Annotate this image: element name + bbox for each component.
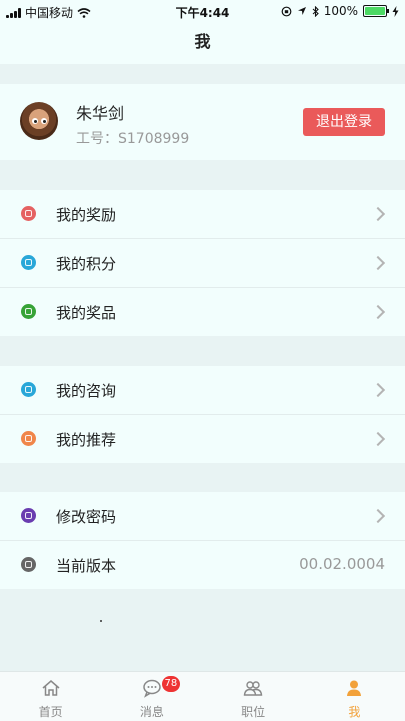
menu-group-rewards: 我的奖励 我的积分 我的奖品 [0,190,405,336]
chevron-right-icon [370,255,386,271]
menu-group-consult: 我的咨询 我的推荐 [0,366,405,463]
tab-messages[interactable]: 78 消息 [101,672,202,721]
points-icon [21,255,36,270]
charging-icon [392,5,399,17]
avatar [20,102,58,140]
chevron-right-icon [370,206,386,222]
menu-item-label: 我的积分 [56,255,117,273]
status-right: 100% [281,4,399,18]
menu-item-label: 当前版本 [56,557,117,575]
message-icon [143,679,161,698]
version-value: 00.02.0004 [299,555,385,573]
gift-icon [21,206,36,221]
avatar-eye [32,118,38,124]
tab-bar: 首页 78 消息 职位 我 [0,671,405,721]
menu-item-change-password[interactable]: 修改密码 [0,492,405,541]
menu-item-my-rewards[interactable]: 我的奖励 [0,190,405,239]
menu-item-label: 我的推荐 [56,431,117,449]
chat-icon [21,382,36,397]
employee-id: 工号：S1708999 [76,131,190,147]
user-name: 朱华剑 [76,104,125,123]
menu-item-label: 我的咨询 [56,382,117,400]
home-icon [42,680,60,696]
tab-home[interactable]: 首页 [0,672,101,721]
logout-button[interactable]: 退出登录 [303,108,385,136]
status-bar: 中国移动 下午4:44 100% [0,0,405,22]
tab-jobs[interactable]: 职位 [203,672,304,721]
menu-item-label: 修改密码 [56,508,117,526]
key-icon [21,508,36,523]
battery-icon [363,5,389,17]
menu-item-my-prizes[interactable]: 我的奖品 [0,288,405,336]
tab-label: 职位 [241,705,266,719]
unread-badge: 78 [161,676,180,692]
menu-item-current-version: 当前版本 00.02.0004 [0,541,405,589]
refresh-icon [21,557,36,572]
me-icon [347,680,362,696]
orientation-lock-icon [281,6,292,16]
location-icon [297,7,306,15]
menu-item-my-points[interactable]: 我的积分 [0,239,405,288]
menu-item-label: 我的奖励 [56,206,117,224]
tab-label: 消息 [139,705,164,719]
nav-bar: 我 [0,22,405,64]
avatar-eye [41,118,47,124]
user-icon [21,431,36,446]
page-title: 我 [194,32,211,51]
prize-icon [21,304,36,319]
menu-item-my-consultations[interactable]: 我的咨询 [0,366,405,415]
chevron-right-icon [370,431,386,447]
chevron-right-icon [370,304,386,320]
stray-dot [100,620,102,622]
tab-label: 首页 [38,705,63,719]
bluetooth-icon [312,5,319,17]
tab-me[interactable]: 我 [304,672,405,721]
battery-percent: 100% [323,4,358,18]
menu-item-label: 我的奖品 [56,304,117,322]
tab-label: 我 [348,705,361,719]
menu-group-settings: 修改密码 当前版本 00.02.0004 [0,492,405,589]
menu-item-my-referrals[interactable]: 我的推荐 [0,415,405,463]
people-icon [243,681,263,696]
profile-card: 朱华剑 工号：S1708999 退出登录 [0,84,405,160]
chevron-right-icon [370,382,386,398]
chevron-right-icon [370,508,386,524]
